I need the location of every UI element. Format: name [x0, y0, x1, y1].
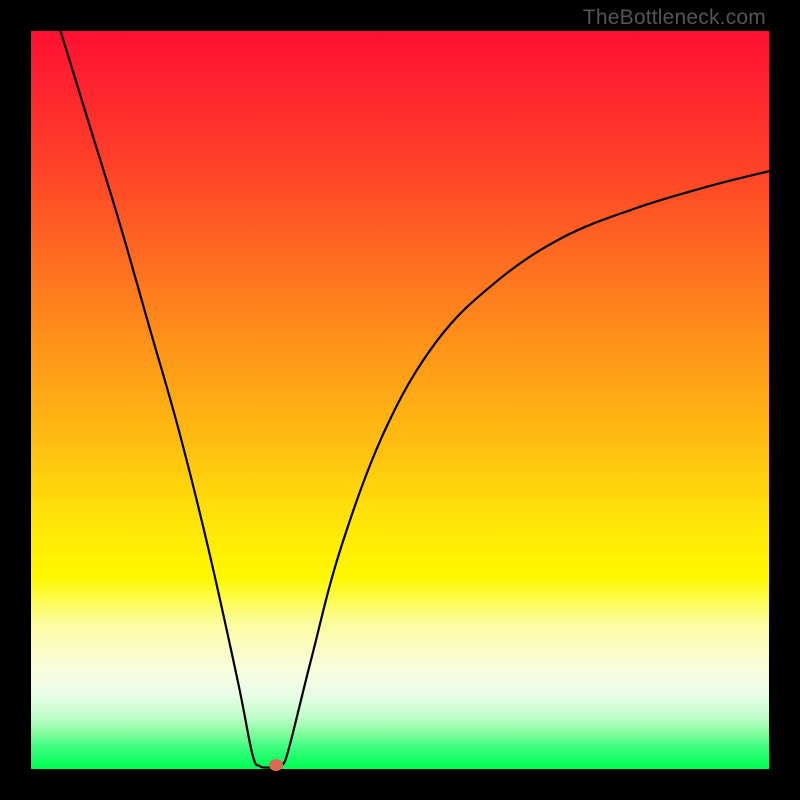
bottleneck-marker	[269, 759, 283, 771]
watermark-text: TheBottleneck.com	[583, 6, 766, 30]
plot-area	[31, 31, 769, 769]
chart-frame: TheBottleneck.com	[0, 0, 800, 800]
